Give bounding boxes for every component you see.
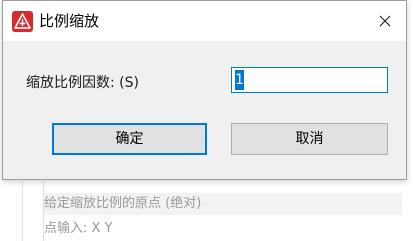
ok-button[interactable]: 确定 [52, 123, 207, 155]
divider-line [22, 181, 23, 241]
cancel-button[interactable]: 取消 [231, 123, 388, 155]
command-prompt-line: 给定缩放比例的原点 (绝对) [44, 193, 402, 215]
dialog-title: 比例缩放 [39, 12, 100, 30]
scale-factor-input[interactable] [231, 67, 388, 93]
app-logo-icon [12, 11, 33, 32]
close-button[interactable] [369, 6, 401, 36]
screen: 给定缩放比例的原点 (绝对) 点输入: X Y 比例缩放 缩放比例因数: (S)… [0, 0, 413, 241]
scale-dialog: 比例缩放 缩放比例因数: (S) 1 确定 取消 [2, 0, 407, 180]
scale-factor-label: 缩放比例因数: (S) [26, 75, 139, 91]
dialog-titlebar[interactable]: 比例缩放 [3, 1, 406, 41]
close-icon [379, 15, 391, 27]
command-input-line: 点输入: X Y [44, 221, 113, 236]
